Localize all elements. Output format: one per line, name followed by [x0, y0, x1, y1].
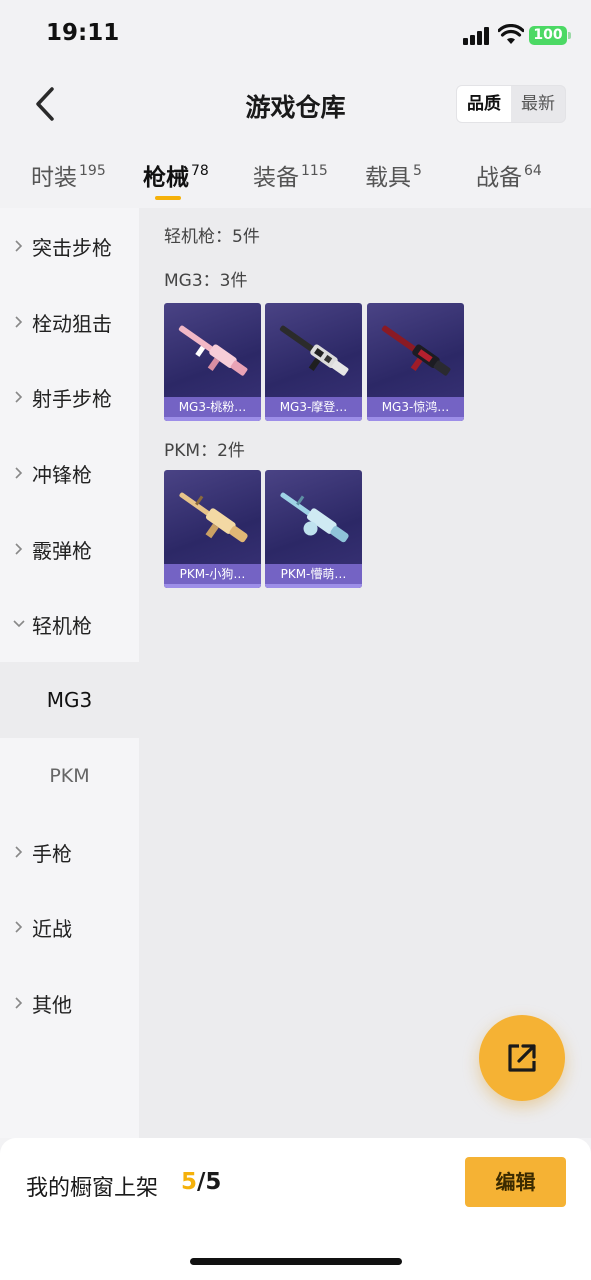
sort-quality-button[interactable]: 品质	[457, 86, 511, 122]
header: 游戏仓库 品质 最新	[0, 70, 591, 140]
card-rarity-bar	[265, 417, 362, 421]
bottom-bar: 我的橱窗上架 5/5 编辑	[0, 1138, 591, 1280]
inventory-content: 轻机枪：5件 MG3：3件 MG3-桃粉… MG3-摩登… MG3-惊鸿… PK…	[139, 208, 591, 1138]
tab-guns[interactable]: 枪械 78	[143, 158, 209, 192]
weapon-card-name: PKM-小狗…	[164, 564, 261, 584]
share-button[interactable]	[479, 1015, 565, 1101]
sidebar-item-label: 手枪	[32, 841, 72, 866]
chevron-right-icon	[15, 467, 23, 479]
sidebar-item-melee[interactable]: 近战	[0, 889, 139, 965]
sidebar-item-label: 轻机枪	[32, 613, 92, 638]
chevron-down-icon	[13, 620, 25, 628]
tab-count: 195	[79, 163, 106, 179]
cellular-signal-icon	[463, 27, 491, 45]
shelf-count-current: 5	[181, 1169, 198, 1195]
sidebar-item-marksman-rifle[interactable]: 射手步枪	[0, 359, 139, 435]
sidebar-item-label: 其他	[32, 992, 72, 1017]
weapon-card[interactable]: MG3-桃粉…	[164, 303, 261, 421]
shelf-count: 5/5	[181, 1169, 221, 1195]
chevron-right-icon	[15, 543, 23, 555]
mg3-pink-skin-image	[178, 325, 248, 376]
chevron-right-icon	[15, 316, 23, 328]
weapon-card[interactable]: PKM-小狗…	[164, 470, 261, 588]
tab-supplies[interactable]: 战备 64	[476, 158, 542, 192]
sidebar-item-label: 射手步枪	[32, 386, 112, 411]
weapon-card-name: MG3-惊鸿…	[367, 397, 464, 417]
share-icon	[508, 1044, 536, 1072]
sidebar-item-lmg[interactable]: 轻机枪	[0, 586, 139, 662]
sidebar-subitem-pkm[interactable]: PKM	[0, 738, 139, 814]
weapon-card-name: PKM-懵萌…	[265, 564, 362, 584]
home-indicator	[190, 1258, 402, 1265]
back-button[interactable]	[24, 84, 64, 124]
tab-label: 战备	[476, 165, 522, 191]
tab-count: 5	[413, 163, 422, 179]
sidebar-item-shotgun[interactable]: 霰弹枪	[0, 511, 139, 587]
group-title-pkm: PKM：2件	[164, 441, 245, 461]
sidebar-subitem-mg3[interactable]: MG3	[0, 662, 139, 738]
sidebar-item-bolt-sniper[interactable]: 栓动狙击	[0, 284, 139, 360]
sort-newest-button[interactable]: 最新	[511, 86, 565, 122]
tab-count: 115	[301, 163, 328, 179]
sort-toggle: 品质 最新	[456, 85, 566, 123]
weapon-card-name: MG3-摩登…	[265, 397, 362, 417]
weapon-card[interactable]: PKM-懵萌…	[265, 470, 362, 588]
weapon-card[interactable]: MG3-摩登…	[265, 303, 362, 421]
sidebar-item-other[interactable]: 其他	[0, 965, 139, 1041]
tab-fashion[interactable]: 时装 195	[31, 158, 106, 192]
tab-label: 时装	[31, 165, 77, 191]
card-rarity-bar	[164, 584, 261, 588]
shelf-count-total: /5	[197, 1169, 222, 1195]
category-tabs: 时装 195 枪械 78 装备 115 载具 5 战备 64	[0, 150, 591, 206]
sidebar-item-label: 霰弹枪	[32, 538, 92, 563]
active-tab-indicator	[155, 196, 181, 200]
tab-count: 64	[524, 163, 542, 179]
chevron-right-icon	[15, 240, 23, 252]
sidebar-item-label: 栓动狙击	[32, 311, 112, 336]
sidebar-item-smg[interactable]: 冲锋枪	[0, 435, 139, 511]
tab-equipment[interactable]: 装备 115	[253, 158, 328, 192]
sidebar-item-label: 突击步枪	[32, 235, 112, 260]
chevron-right-icon	[15, 997, 23, 1009]
tab-count: 78	[191, 163, 209, 179]
sidebar-subitem-label: MG3	[46, 688, 93, 712]
sidebar-item-assault-rifle[interactable]: 突击步枪	[0, 208, 139, 284]
chevron-right-icon	[15, 921, 23, 933]
mg3-modern-skin-image	[279, 325, 349, 376]
pkm-cute-skin-image	[280, 492, 349, 543]
chevron-left-icon	[36, 87, 54, 121]
status-time: 19:11	[46, 20, 120, 46]
tab-label: 载具	[365, 165, 411, 191]
tab-label: 枪械	[143, 165, 189, 191]
wifi-icon	[498, 24, 524, 44]
card-rarity-bar	[164, 417, 261, 421]
edit-button[interactable]: 编辑	[465, 1157, 566, 1207]
sidebar-item-label: 近战	[32, 916, 72, 941]
category-summary: 轻机枪：5件	[164, 227, 260, 247]
sidebar-subitem-label: PKM	[49, 765, 90, 787]
battery-indicator: 100	[529, 26, 571, 45]
mg3-crimson-skin-image	[381, 325, 451, 376]
card-rarity-bar	[265, 584, 362, 588]
tab-label: 装备	[253, 165, 299, 191]
chevron-right-icon	[15, 391, 23, 403]
sidebar-item-label: 冲锋枪	[32, 462, 92, 487]
pkm-puppy-skin-image	[179, 492, 248, 543]
weapon-type-sidebar: 突击步枪 栓动狙击 射手步枪 冲锋枪 霰弹枪 轻机枪 MG3 PKM 手枪 近战…	[0, 208, 139, 1138]
sidebar-item-pistol[interactable]: 手枪	[0, 814, 139, 890]
group-title-mg3: MG3：3件	[164, 271, 248, 291]
chevron-right-icon	[15, 846, 23, 858]
weapon-card[interactable]: MG3-惊鸿…	[367, 303, 464, 421]
tab-vehicles[interactable]: 载具 5	[365, 158, 422, 192]
weapon-card-name: MG3-桃粉…	[164, 397, 261, 417]
status-bar: 19:11 100	[0, 0, 591, 70]
card-rarity-bar	[367, 417, 464, 421]
shelf-label: 我的橱窗上架	[26, 1176, 159, 1201]
